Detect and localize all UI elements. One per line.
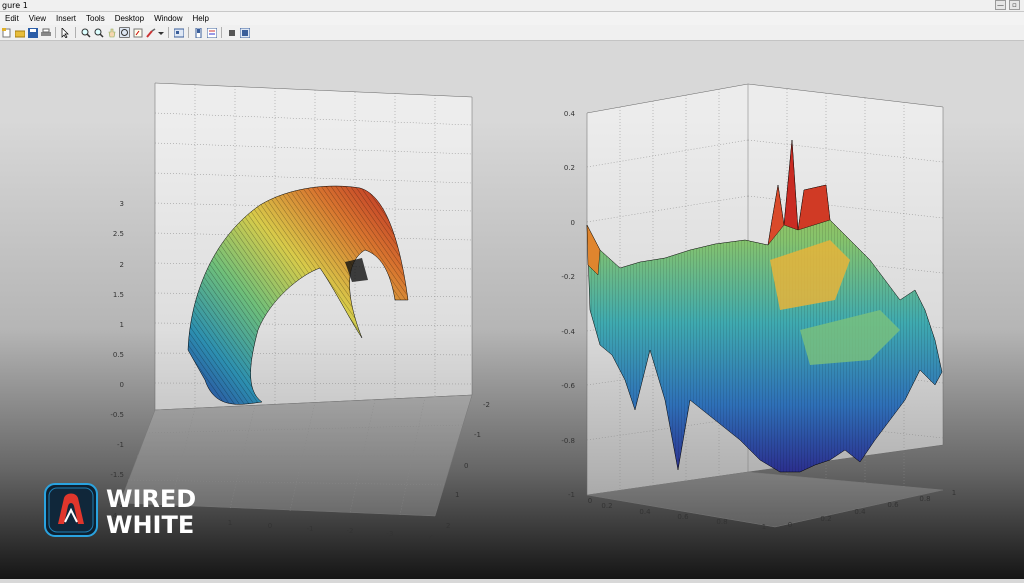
link-plot-icon[interactable]: [173, 27, 184, 38]
zoom-out-icon[interactable]: [93, 27, 104, 38]
left-x-tick: -1: [307, 525, 314, 533]
right-x-tick: 0: [588, 497, 592, 505]
right-y-tick: 0.8: [919, 495, 930, 503]
right-axes[interactable]: 0.4 0.2 0 -0.2 -0.4 -0.6 -0.8 -1 0 0.2 0…: [561, 83, 956, 531]
show-plot-tools-icon[interactable]: [239, 27, 250, 38]
right-y-tick: 0.4: [854, 508, 866, 516]
menu-view[interactable]: View: [24, 12, 51, 25]
menu-bar: Edit View Insert Tools Desktop Window He…: [0, 12, 1024, 25]
left-x-tick: 0: [268, 522, 272, 530]
zoom-in-icon[interactable]: [80, 27, 91, 38]
right-x-tick: 0.2: [601, 502, 612, 510]
brush-icon[interactable]: [145, 27, 156, 38]
right-z-tick: 0.4: [564, 110, 576, 118]
colorbar-icon[interactable]: [193, 27, 204, 38]
rotate-3d-icon[interactable]: [119, 27, 130, 38]
hide-plot-tools-icon[interactable]: [226, 27, 237, 38]
title-bar: gure 1 — ▫: [0, 0, 1024, 12]
left-y-tick: 2: [446, 522, 450, 530]
save-icon[interactable]: [27, 27, 38, 38]
left-y-tick: 0: [464, 462, 468, 470]
toolbar-separator: [55, 27, 56, 38]
left-z-tick: -0.5: [110, 411, 124, 419]
left-z-tick: 2.5: [113, 230, 124, 238]
restore-button[interactable]: ▫: [1009, 0, 1020, 10]
right-z-tick: -1: [568, 491, 575, 499]
brush-dropdown-icon[interactable]: [158, 27, 164, 38]
right-y-tick: 0.2: [820, 515, 831, 523]
menu-insert[interactable]: Insert: [51, 12, 81, 25]
right-z-tick: 0.2: [564, 164, 575, 172]
logo-text-wired: WIRED: [106, 485, 196, 513]
right-x-tick: 0.4: [639, 508, 651, 516]
open-icon[interactable]: [14, 27, 25, 38]
menu-help[interactable]: Help: [188, 12, 214, 25]
new-figure-icon[interactable]: [1, 27, 12, 38]
figure-toolbar: [0, 25, 1024, 41]
right-x-tick: 0.8: [716, 518, 727, 526]
pan-icon[interactable]: [106, 27, 117, 38]
left-z-tick: 1: [120, 321, 124, 329]
right-z-tick: 0: [571, 219, 575, 227]
toolbar-separator: [188, 27, 189, 38]
left-y-tick: -2: [483, 401, 490, 409]
right-z-tick: -0.6: [561, 382, 575, 390]
right-y-tick: 0.6: [887, 501, 899, 509]
right-y-tick: 0: [788, 521, 792, 529]
minimize-button[interactable]: —: [995, 0, 1006, 10]
left-z-tick: 0: [120, 381, 124, 389]
left-x-tick: -2: [347, 527, 354, 535]
right-y-tick: 1: [952, 489, 956, 497]
toolbar-separator: [221, 27, 222, 38]
left-z-tick: 0.5: [113, 351, 124, 359]
window-title: gure 1: [2, 1, 28, 10]
menu-desktop[interactable]: Desktop: [110, 12, 149, 25]
left-y-tick: 1: [455, 491, 459, 499]
left-y-tick: -1: [474, 431, 481, 439]
left-z-tick: -1: [117, 441, 124, 449]
right-z-tick: -0.8: [561, 437, 575, 445]
right-x-tick: 0.6: [677, 513, 689, 521]
toolbar-separator: [168, 27, 169, 38]
left-z-tick: 3: [120, 200, 124, 208]
logo-text-white: WHITE: [106, 511, 194, 539]
menu-tools[interactable]: Tools: [81, 12, 110, 25]
print-icon[interactable]: [40, 27, 51, 38]
left-x-tick: -3: [387, 530, 394, 538]
menu-window[interactable]: Window: [149, 12, 187, 25]
menu-edit[interactable]: Edit: [0, 12, 24, 25]
legend-icon[interactable]: [206, 27, 217, 38]
left-z-tick: 1.5: [113, 291, 124, 299]
watermark-logo: WIRED WHITE: [44, 482, 254, 540]
data-cursor-icon[interactable]: [132, 27, 143, 38]
right-x-tick: 1: [762, 523, 766, 531]
right-z-tick: -0.4: [561, 328, 575, 336]
left-x-tick: -4: [427, 534, 435, 542]
toolbar-separator: [75, 27, 76, 38]
left-z-tick: -1.5: [110, 471, 124, 479]
right-z-tick: -0.2: [561, 273, 575, 281]
edit-plot-icon[interactable]: [60, 27, 71, 38]
left-z-tick: 2: [120, 261, 124, 269]
left-axes[interactable]: 3 2.5 2 1.5 1 0.5 0 -0.5 -1 -1.5 -2 -2 -…: [110, 82, 490, 542]
